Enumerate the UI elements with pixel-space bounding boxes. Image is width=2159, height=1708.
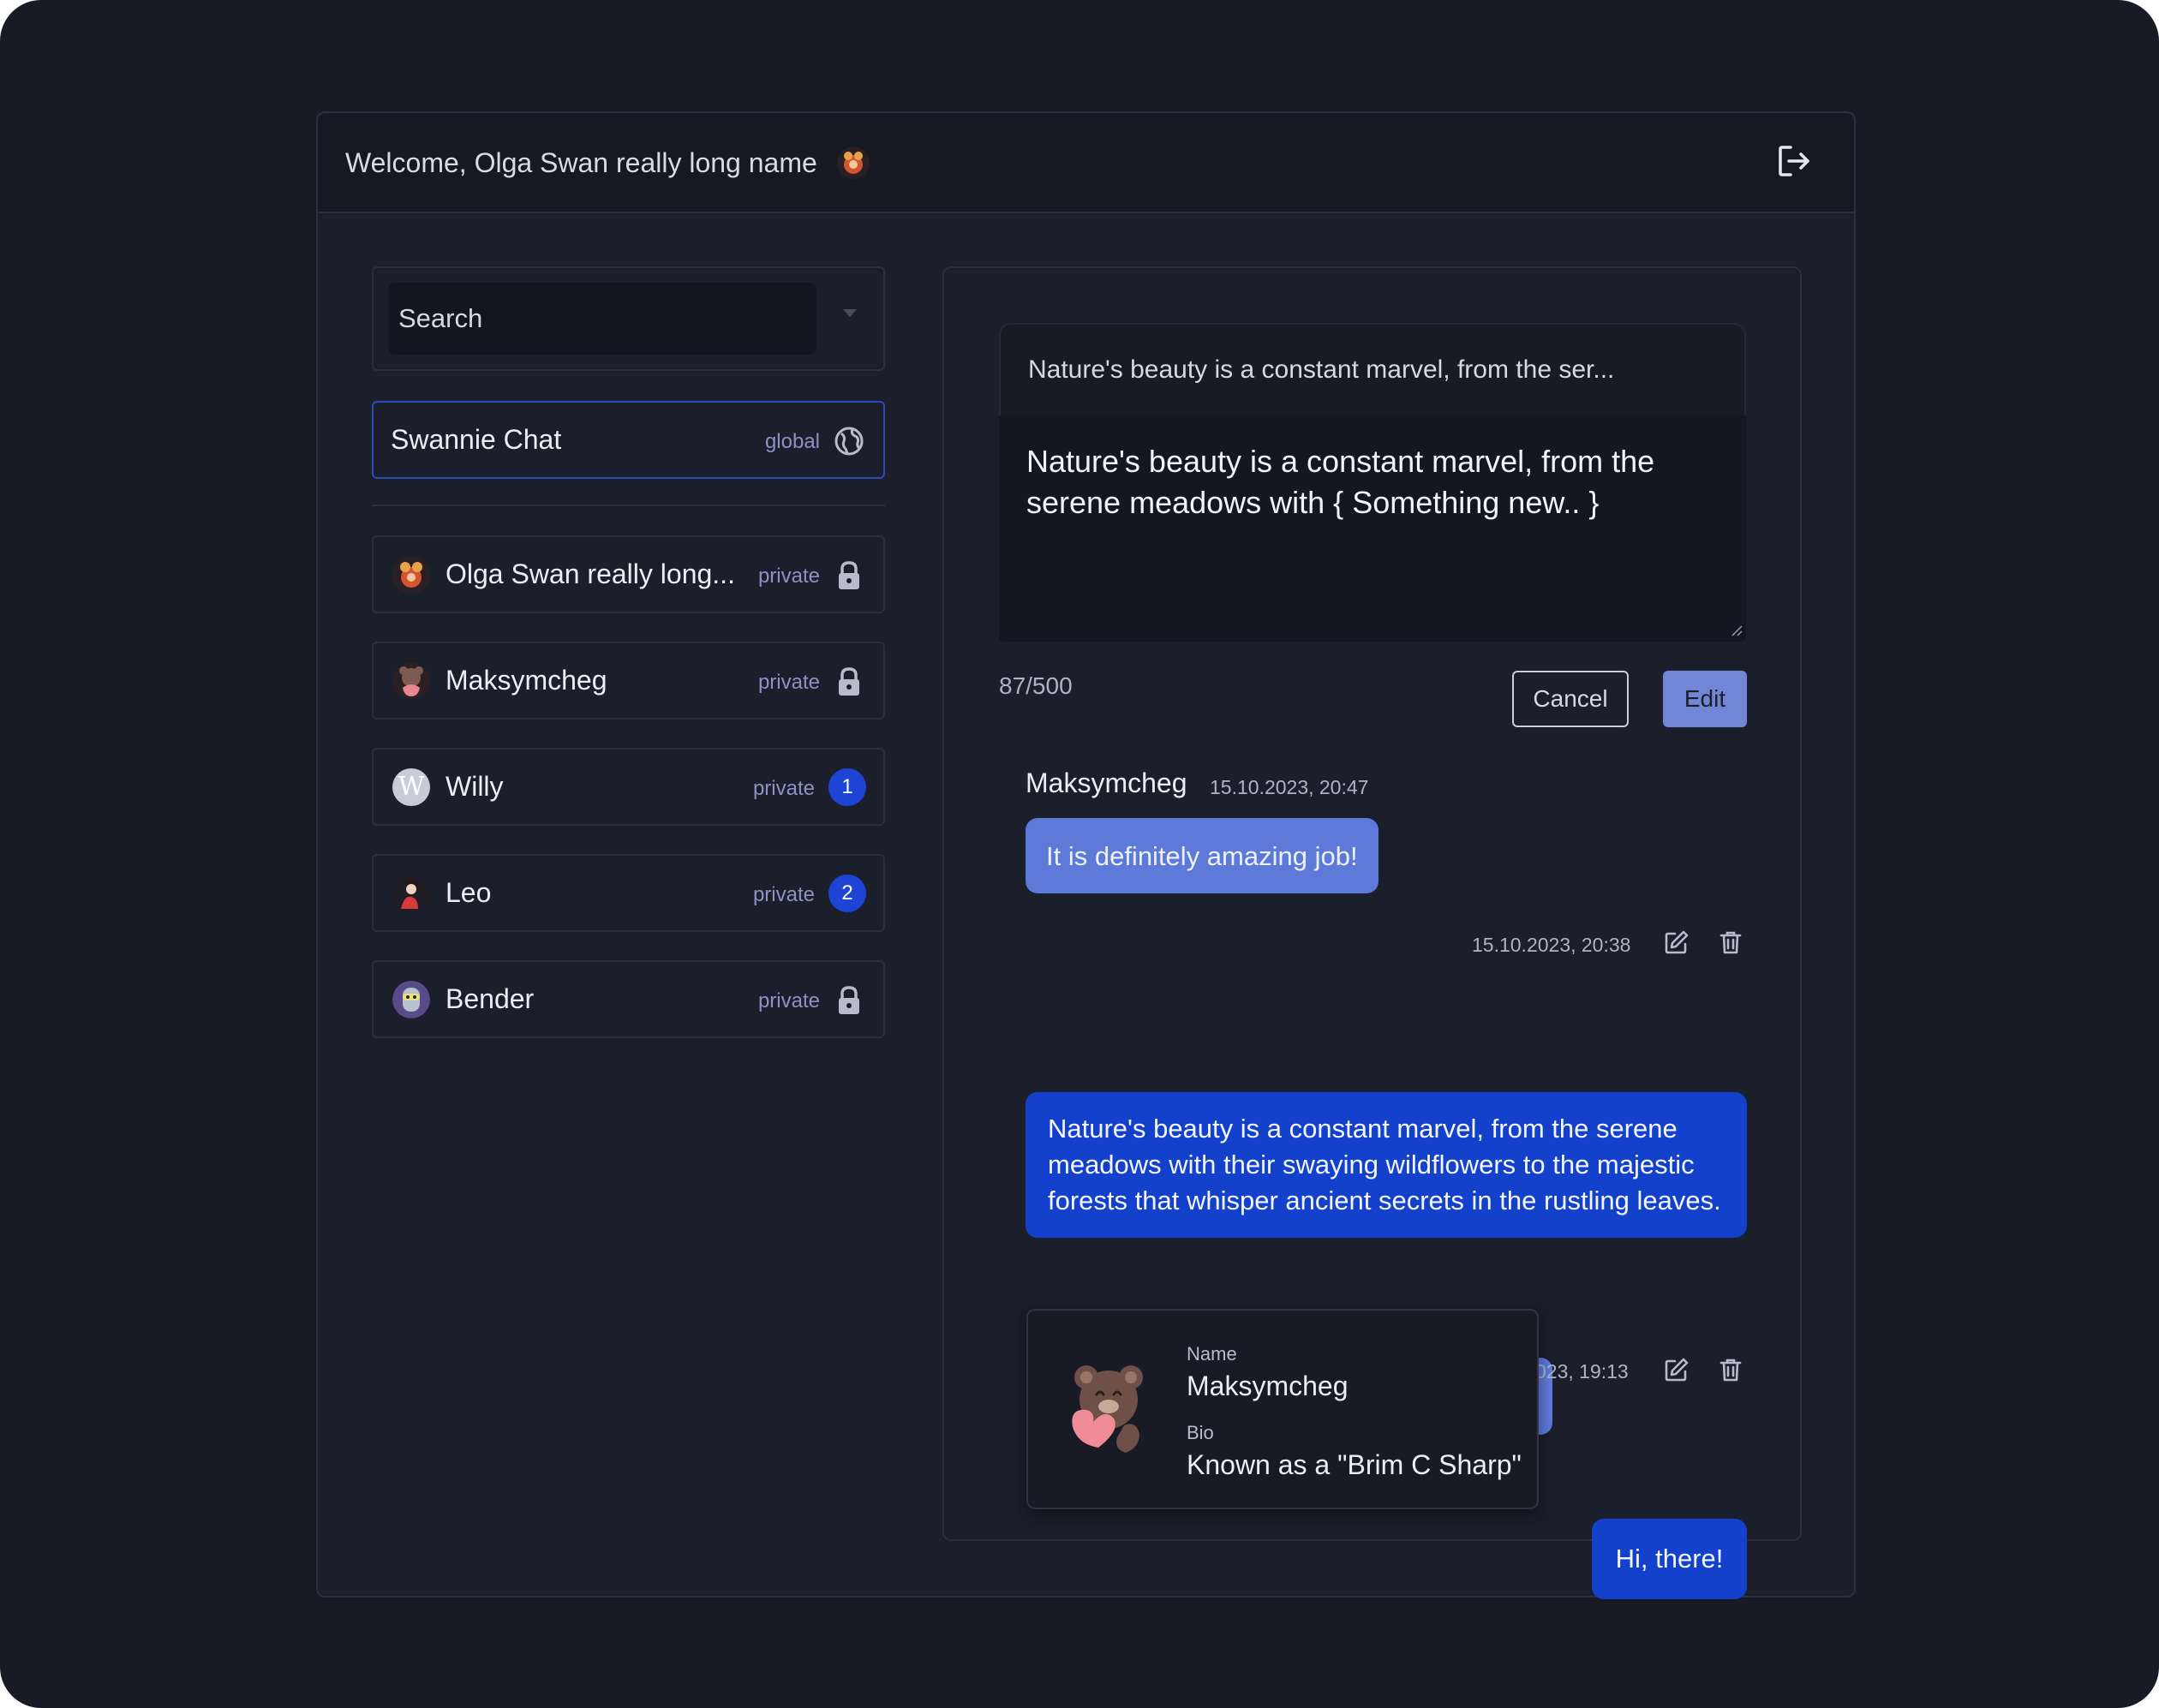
message-text: Nature's beauty is a constant marvel, fr… <box>1048 1114 1721 1215</box>
chat-name: Leo <box>446 877 492 908</box>
profile-bio-label: Bio <box>1187 1422 1214 1443</box>
avatar-letter: W <box>398 772 425 802</box>
chat-panel: Nature's beauty is a constant marvel, fr… <box>942 266 1802 1599</box>
message-text: It is definitely amazing job! <box>1046 841 1358 871</box>
profile-name-label: Name <box>1187 1343 1237 1365</box>
trash-icon[interactable] <box>1717 1356 1744 1383</box>
profile-bio: Known as a "Brim C Sharp" <box>1187 1449 1522 1480</box>
preview-text: Nature's beauty is a constant marvel, fr… <box>1028 355 1615 384</box>
message-timestamp: 023, 19:13 <box>1535 1360 1629 1383</box>
chat-type-label: private <box>757 671 820 694</box>
resize-handle-icon[interactable] <box>1729 623 1743 636</box>
chat-name: Bender <box>446 983 535 1014</box>
sidebar-divider <box>372 505 885 506</box>
message-timestamp: 15.10.2023, 20:47 <box>1210 776 1369 798</box>
message-author: Maksymcheg <box>1026 767 1187 798</box>
edit-icon[interactable] <box>1663 1356 1690 1383</box>
screen: Welcome, Olga Swan really long name Sear… <box>0 0 2159 1708</box>
chat-item-willy[interactable]: W Willy private 1 <box>372 748 885 826</box>
character-counter: 87/500 <box>999 672 1073 699</box>
chat-item-global[interactable]: Swannie Chat global <box>372 401 885 479</box>
logout-icon[interactable] <box>1775 142 1813 180</box>
lock-icon <box>839 667 859 696</box>
chat-name: Olga Swan really long... <box>446 558 735 589</box>
search-combobox <box>372 266 885 371</box>
chat-item-maksymcheg[interactable]: Maksymcheg private <box>372 642 885 720</box>
message-bubble: Nature's beauty is a constant marvel, fr… <box>1026 1092 1747 1238</box>
welcome-message: Welcome, Olga Swan really long name <box>345 146 870 180</box>
edit-icon[interactable] <box>1663 929 1690 956</box>
avatar <box>392 875 430 912</box>
chat-name: Swannie Chat <box>391 424 562 455</box>
lock-icon <box>839 561 859 589</box>
lock-icon <box>839 986 859 1014</box>
globe-icon <box>834 427 864 456</box>
edit-button[interactable]: Edit <box>1663 671 1747 727</box>
avatar <box>392 981 430 1018</box>
profile-name: Maksymcheg <box>1187 1371 1349 1401</box>
user-avatar[interactable] <box>836 146 870 180</box>
message-editor-textarea[interactable]: Nature's beauty is a constant marvel, fr… <box>999 415 1746 642</box>
chat-type-label: global <box>764 430 820 453</box>
avatar <box>392 662 430 700</box>
chevron-down-icon[interactable] <box>843 309 857 317</box>
unread-badge: 1 <box>828 768 866 806</box>
chat-type-label: private <box>757 989 820 1012</box>
chat-type-label: private <box>757 564 820 588</box>
chat-app-window: Welcome, Olga Swan really long name Sear… <box>316 111 1856 1599</box>
message-text: Hi, there! <box>1615 1544 1724 1574</box>
chat-name: Willy <box>446 771 504 802</box>
trash-icon[interactable] <box>1717 929 1744 956</box>
welcome-text: Welcome, Olga Swan really long name <box>345 146 817 178</box>
profile-avatar <box>1072 1365 1143 1453</box>
chat-item-bender[interactable]: Bender private <box>372 960 885 1038</box>
chat-name: Maksymcheg <box>446 665 607 696</box>
chat-item-leo[interactable]: Leo private 2 <box>372 854 885 932</box>
cancel-button[interactable]: Cancel <box>1512 671 1629 727</box>
chat-type-label: private <box>752 883 815 906</box>
avatar: W <box>392 768 430 806</box>
unread-badge: 2 <box>828 875 866 912</box>
avatar <box>392 556 430 594</box>
message-bubble: Hi, there! <box>1592 1519 1747 1599</box>
editing-message-preview: Nature's beauty is a constant marvel, fr… <box>999 323 1746 415</box>
editor-text: Nature's beauty is a constant marvel, fr… <box>1026 444 1655 520</box>
chat-item-olga[interactable]: Olga Swan really long... private <box>372 535 885 613</box>
app-header: Welcome, Olga Swan really long name <box>318 113 1854 213</box>
message-bubble: It is definitely amazing job! <box>1026 818 1379 893</box>
search-input[interactable] <box>388 283 816 355</box>
user-profile-popover: Name Maksymcheg Bio Known as a "Brim C S… <box>1026 1309 1539 1509</box>
message-timestamp: 15.10.2023, 20:38 <box>1472 934 1631 956</box>
chat-type-label: private <box>752 777 815 800</box>
